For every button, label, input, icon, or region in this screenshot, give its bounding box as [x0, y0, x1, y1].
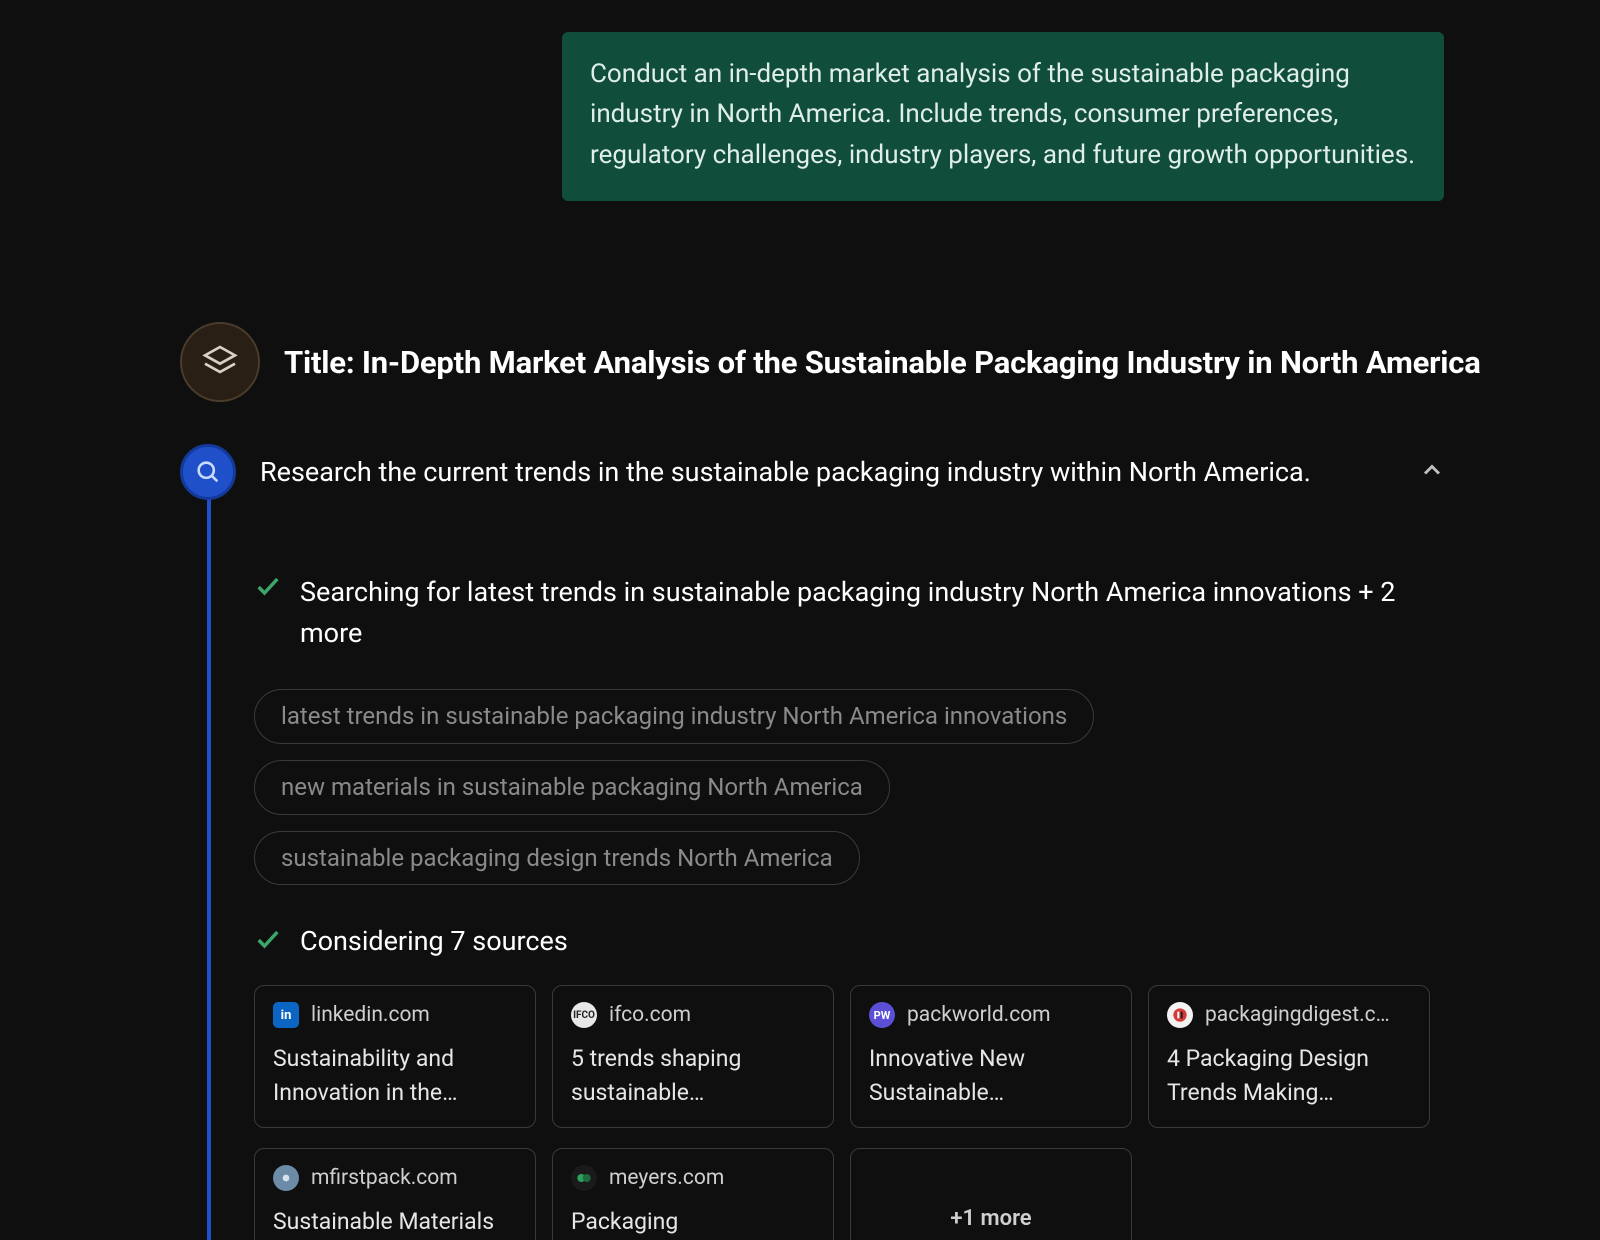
source-domain: ifco.com: [609, 1003, 691, 1027]
timeline-line: [207, 484, 211, 1240]
research-step-header[interactable]: Research the current trends in the susta…: [180, 444, 1446, 500]
search-icon: [180, 444, 236, 500]
search-status-line: Searching for latest trends in sustainab…: [254, 572, 1444, 653]
source-title: Packaging Sustainability:…: [571, 1205, 815, 1240]
session-title: Title: In-Depth Market Analysis of the S…: [284, 344, 1481, 381]
source-cards-grid: in linkedin.com Sustainability and Innov…: [254, 985, 1444, 1240]
favicon-icon: PW: [869, 1002, 895, 1028]
source-domain: packworld.com: [907, 1003, 1051, 1027]
source-card[interactable]: PW packworld.com Innovative New Sustaina…: [850, 985, 1132, 1128]
source-card[interactable]: IFCO ifco.com 5 trends shaping sustainab…: [552, 985, 834, 1128]
source-card-more[interactable]: +1 more: [850, 1148, 1132, 1240]
source-title: Innovative New Sustainable…: [869, 1042, 1113, 1109]
source-title: 4 Packaging Design Trends Making…: [1167, 1042, 1411, 1109]
search-status-text: Searching for latest trends in sustainab…: [300, 572, 1444, 653]
source-domain: meyers.com: [609, 1166, 724, 1190]
more-sources-label: +1 more: [950, 1206, 1031, 1231]
favicon-icon: in: [273, 1002, 299, 1028]
source-card[interactable]: mfirstpack.com Sustainable Materials Lea…: [254, 1148, 536, 1240]
source-card[interactable]: packagingdigest.c… 4 Packaging Design Tr…: [1148, 985, 1430, 1128]
research-step-label: Research the current trends in the susta…: [260, 456, 1402, 488]
source-title: Sustainability and Innovation in the…: [273, 1042, 517, 1109]
source-domain: packagingdigest.c…: [1205, 1003, 1390, 1027]
source-domain: linkedin.com: [311, 1003, 430, 1027]
source-card[interactable]: meyers.com Packaging Sustainability:…: [552, 1148, 834, 1240]
session-title-row: Title: In-Depth Market Analysis of the S…: [180, 322, 1481, 402]
favicon-icon: [273, 1165, 299, 1191]
check-icon: [254, 925, 282, 957]
source-title: 5 trends shaping sustainable…: [571, 1042, 815, 1109]
chevron-up-icon[interactable]: [1418, 456, 1446, 488]
layers-icon: [180, 322, 260, 402]
search-query-chip[interactable]: latest trends in sustainable packaging i…: [254, 689, 1094, 744]
step-content: Searching for latest trends in sustainab…: [254, 572, 1444, 1240]
source-title: Sustainable Materials Lead the Way in…: [273, 1205, 517, 1240]
user-prompt-bubble: Conduct an in-depth market analysis of t…: [562, 32, 1444, 201]
user-prompt-text: Conduct an in-depth market analysis of t…: [590, 59, 1415, 170]
considering-sources-line: Considering 7 sources: [254, 925, 1444, 957]
search-query-chip[interactable]: sustainable packaging design trends Nort…: [254, 831, 860, 886]
favicon-icon: IFCO: [571, 1002, 597, 1028]
source-card[interactable]: in linkedin.com Sustainability and Innov…: [254, 985, 536, 1128]
favicon-icon: [571, 1165, 597, 1191]
favicon-icon: [1167, 1002, 1193, 1028]
source-domain: mfirstpack.com: [311, 1166, 458, 1190]
search-query-chips: latest trends in sustainable packaging i…: [254, 689, 1444, 885]
considering-sources-text: Considering 7 sources: [300, 925, 568, 957]
search-query-chip[interactable]: new materials in sustainable packaging N…: [254, 760, 890, 815]
check-icon: [254, 572, 282, 604]
